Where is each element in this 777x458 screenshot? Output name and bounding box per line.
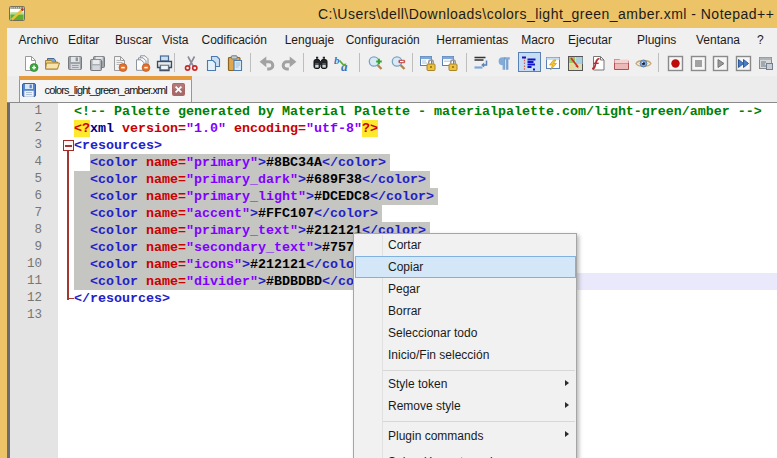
svg-text:b: b [334, 55, 340, 66]
